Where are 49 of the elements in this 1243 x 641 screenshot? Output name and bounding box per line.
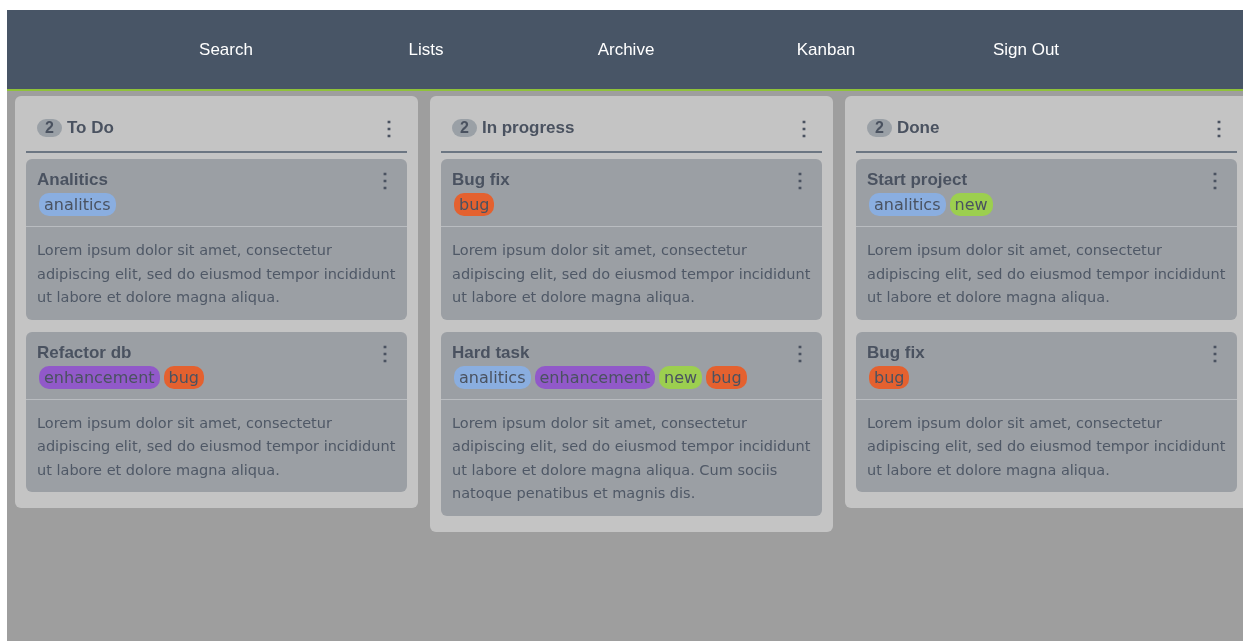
card-title: Hard task [452,341,530,364]
tag-label: enhancement [534,365,656,389]
more-menu-button[interactable]: ⋮ [1205,170,1225,190]
task-card[interactable]: Start project ⋮ analitics new Lorem ipsum dolor sit amet, consectetur adipiscing elit, sed do eiusmod tempor incididunt ut labore et dolore magna aliqua. [856,159,1237,320]
task-card[interactable]: Bug fix ⋮ bug Lorem ipsum dolor sit amet, consectetur adipiscing elit, sed do eiusmod tempor incididunt ut labore et dolore magna aliqua. [856,331,1237,492]
count-badge: 2 [452,118,477,137]
card-description: Lorem ipsum dolor sit amet, consectetur adipiscing elit, sed do eiusmod tempor incididunt ut labore et dolore magna aliqua. [36,413,397,480]
card-title: Bug fix [867,341,925,364]
more-menu-button[interactable]: ⋮ [790,342,810,363]
tag-label: bug [706,365,747,389]
more-menu-button[interactable]: ⋮ [379,117,399,138]
count-badge: 2 [867,118,892,137]
card-description: Lorem ipsum dolor sit amet, consectetur adipiscing elit, sed do eiusmod tempor incididunt ut labore et dolore magna aliqua. Cum sociis natoque penatibus et magnis dis. [451,413,812,503]
nav-link[interactable]: Sign Out [926,36,1126,63]
card-description: Lorem ipsum dolor sit amet, consectetur adipiscing elit, sed do eiusmod tempor incididunt ut labore et dolore magna aliqua. [866,413,1227,480]
card-description: Lorem ipsum dolor sit amet, consectetur adipiscing elit, sed do eiusmod tempor incididunt ut labore et dolore magna aliqua. [451,241,812,307]
more-menu-button[interactable]: ⋮ [794,117,814,138]
card-description: Lorem ipsum dolor sit amet, consectetur adipiscing elit, sed do eiusmod tempor incididunt ut labore et dolore magna aliqua. [36,241,397,307]
column-title: To Do [66,116,114,139]
tag-label: bug [454,193,495,216]
task-card[interactable]: Bug fix ⋮ bug Lorem ipsum dolor sit amet, consectetur adipiscing elit, sed do eiusmod tempor incididunt ut labore et dolore magna aliqua. [441,159,822,320]
nav-link[interactable]: Lists [326,36,526,63]
tag-label: analitics [869,193,946,216]
nav-link[interactable]: Kanban [726,36,926,63]
tag-label: analitics [39,193,116,216]
tag-label: bug [163,365,204,389]
task-card[interactable] [441,331,822,516]
task-card[interactable]: Refactor db ⋮ enhancement bug Lorem ipsum dolor sit amet, consectetur adipiscing elit, sed do eiusmod tempor incididunt ut labore et dolore magna aliqua. [26,331,407,492]
card-description: Lorem ipsum dolor sit amet, consectetur adipiscing elit, sed do eiusmod tempor incididunt ut labore et dolore magna aliqua. [866,241,1227,307]
task-card[interactable]: Analitics ⋮ analitics Lorem ipsum dolor sit amet, consectetur adipiscing elit, sed do eiusmod tempor incididunt ut labore et dolore magna aliqua. [26,159,407,320]
nav-link[interactable]: Search [126,36,326,63]
tag-label: new [949,193,993,216]
more-menu-button[interactable]: ⋮ [375,342,395,363]
count-badge: 2 [37,118,62,137]
card-title: Analitics [37,169,108,191]
tag-label: enhancement [39,365,160,389]
more-menu-button[interactable]: ⋮ [1209,117,1229,138]
column-title: In progress [481,116,575,139]
tag-label: analitics [454,365,531,389]
card-title: Bug fix [452,169,510,191]
more-menu-button[interactable]: ⋮ [1205,342,1225,363]
column-title: Done [896,116,940,139]
tag-label: new [659,365,703,389]
card-title: Start project [867,169,968,191]
card-title: Refactor db [37,341,132,364]
tag-label: bug [869,365,910,389]
nav-link[interactable]: Archive [526,36,726,63]
more-menu-button[interactable]: ⋮ [790,170,810,190]
more-menu-button[interactable]: ⋮ [375,170,395,190]
